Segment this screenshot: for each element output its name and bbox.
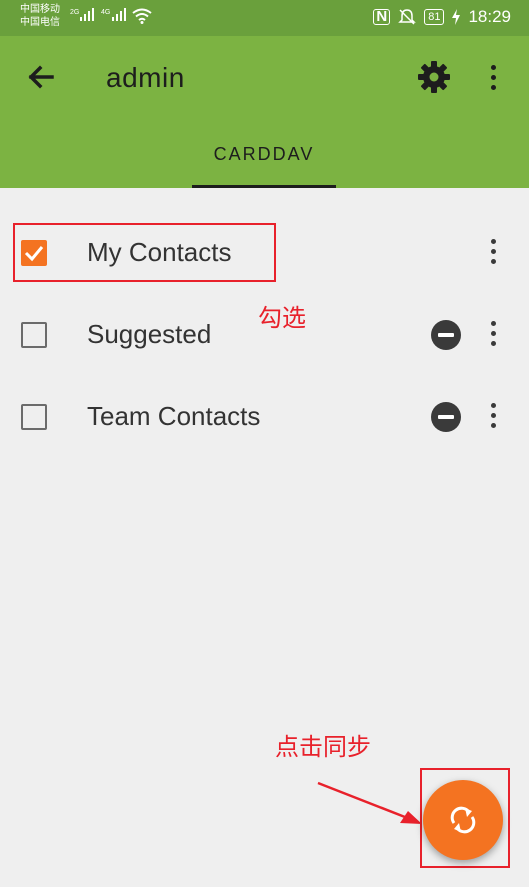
more-vert-icon[interactable]	[484, 62, 508, 94]
remove-icon[interactable]	[431, 320, 461, 350]
nfc-icon: N	[373, 9, 391, 25]
battery-icon: 81	[424, 9, 445, 25]
tab-carddav[interactable]: CARDDAV	[192, 134, 336, 188]
page-title: admin	[106, 62, 185, 93]
network-type-2: 4G	[101, 9, 111, 16]
carrier-2-label: 中国电信	[20, 17, 60, 28]
charging-icon	[452, 9, 461, 25]
sync-icon	[450, 806, 476, 834]
clock: 18:29	[468, 7, 511, 26]
sync-button[interactable]	[423, 780, 503, 860]
annotation-sync-hint: 点击同步	[275, 734, 371, 761]
wifi-icon	[132, 8, 152, 24]
list-item-label: Suggested	[87, 319, 212, 349]
checkbox-unchecked[interactable]	[21, 404, 47, 430]
carrier-labels: 中国移动 中国电信	[20, 3, 60, 29]
more-vert-icon[interactable]	[484, 403, 504, 433]
status-right: N 81 18:29	[373, 7, 511, 27]
annotation-box-check	[13, 223, 276, 282]
list-item-label: Team Contacts	[87, 401, 261, 431]
app-bar: admin CARDDAV	[0, 36, 529, 188]
list-item[interactable]: Team Contacts	[0, 386, 529, 468]
signal-icon-2	[112, 8, 126, 21]
annotation-check-hint: 勾选	[258, 305, 306, 332]
back-arrow-icon[interactable]	[24, 60, 58, 94]
carrier-1-label: 中国移动	[20, 4, 60, 15]
mute-icon	[398, 9, 417, 25]
checkbox-unchecked[interactable]	[21, 322, 47, 348]
status-bar: 中国移动 中国电信 2G 4G N 81 18:29	[0, 0, 529, 36]
settings-icon[interactable]	[417, 60, 451, 94]
remove-icon[interactable]	[431, 402, 461, 432]
network-type-1: 2G	[70, 9, 80, 16]
more-vert-icon[interactable]	[484, 321, 504, 351]
tab-carddav-label: CARDDAV	[213, 144, 315, 164]
tab-indicator	[192, 185, 336, 188]
signal-icon	[80, 8, 94, 21]
annotation-arrow-icon	[317, 781, 422, 824]
more-vert-icon[interactable]	[484, 239, 504, 269]
